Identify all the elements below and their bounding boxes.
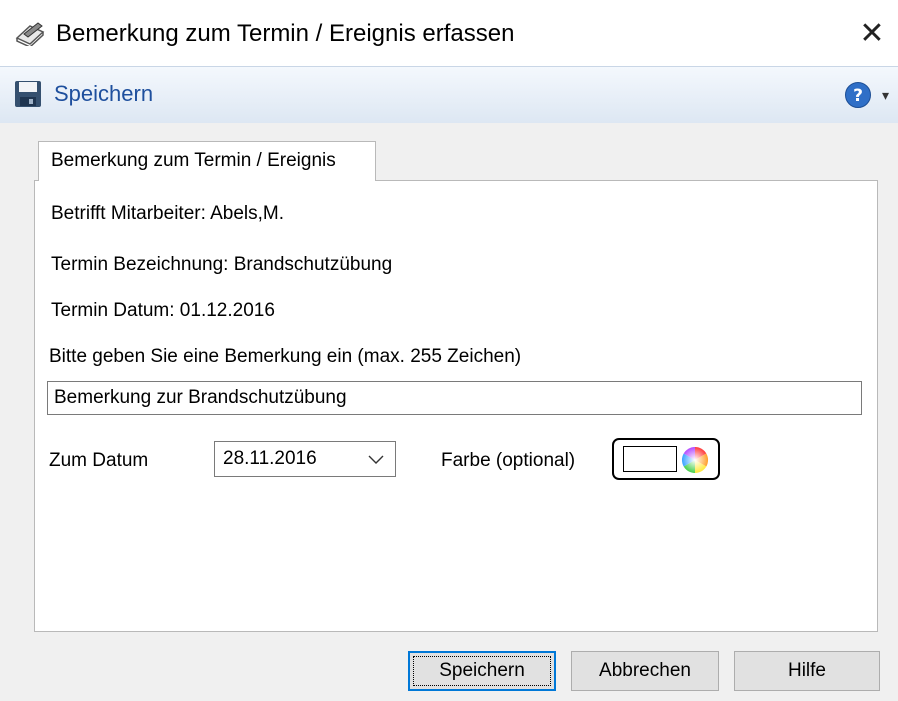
color-label: Farbe (optional)	[441, 450, 576, 471]
employee-label: Betrifft Mitarbeiter: Abels,M.	[51, 203, 285, 224]
toolbar-save-label: Speichern	[54, 81, 154, 106]
color-picker-button[interactable]	[612, 438, 720, 480]
chevron-down-icon[interactable]	[367, 448, 385, 470]
appointment-date-label: Termin Datum: 01.12.2016	[51, 300, 275, 321]
remark-prompt: Bitte geben Sie eine Bemerkung ein (max.…	[49, 346, 522, 367]
help-dropdown-icon[interactable]: ▾	[882, 87, 889, 104]
focus-rectangle	[413, 656, 551, 686]
help-icon[interactable]: ?	[844, 81, 872, 109]
window-title: Bemerkung zum Termin / Ereignis erfassen	[56, 20, 515, 47]
help-button[interactable]: Hilfe	[734, 651, 880, 691]
help-button-label: Hilfe	[787, 660, 826, 681]
tab-remark[interactable]: Bemerkung zum Termin / Ereignis	[38, 141, 376, 181]
date-picker[interactable]: 28.11.2016	[214, 441, 396, 477]
color-wheel-icon	[681, 446, 709, 474]
save-button[interactable]: Speichern	[408, 651, 556, 691]
date-value: 28.11.2016	[223, 448, 317, 469]
floppy-disk-icon	[15, 81, 41, 107]
remark-input[interactable]: Bemerkung zur Brandschutzübung	[47, 381, 862, 415]
svg-text:?: ?	[853, 86, 863, 106]
toolbar: Speichern ? ▾	[0, 66, 898, 124]
title-bar: Bemerkung zum Termin / Ereignis erfassen…	[0, 0, 898, 66]
color-swatch	[623, 446, 677, 472]
toolbar-save-button[interactable]: Speichern	[14, 79, 153, 109]
note-pencil-icon	[15, 22, 45, 46]
appointment-name-label: Termin Bezeichnung: Brandschutzübung	[51, 254, 393, 275]
cancel-button-label: Abbrechen	[599, 660, 691, 681]
date-label: Zum Datum	[49, 450, 149, 471]
cancel-button[interactable]: Abbrechen	[571, 651, 719, 691]
close-button[interactable]: ✕	[852, 16, 892, 52]
